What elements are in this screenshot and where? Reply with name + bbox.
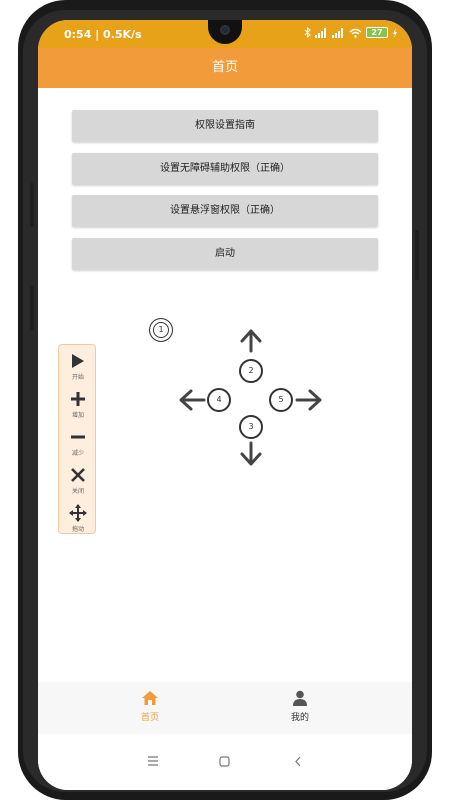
bottom-nav: 首页 我的 xyxy=(38,682,412,734)
arrow-left-icon xyxy=(179,389,206,411)
system-nav-bar xyxy=(38,734,412,790)
side-button xyxy=(415,230,419,280)
home-button-icon[interactable] xyxy=(219,756,230,767)
nav-home[interactable]: 首页 xyxy=(110,690,190,723)
device-background: 0:54 | 0.5K/s 27 首页 权限设置指南 设置无障碍辅助权限（正确）… xyxy=(0,0,450,800)
arrow-right-icon xyxy=(295,389,322,411)
marker-3[interactable]: 3 xyxy=(239,415,263,439)
nav-home-label: 首页 xyxy=(140,713,159,723)
person-icon xyxy=(293,690,307,706)
arrow-down-icon xyxy=(240,441,262,466)
marker-4[interactable]: 4 xyxy=(207,388,231,412)
nav-profile-label: 我的 xyxy=(290,713,309,723)
marker-2[interactable]: 2 xyxy=(239,359,263,383)
back-icon[interactable] xyxy=(294,756,302,767)
arrow-up-icon xyxy=(240,329,262,353)
nav-profile[interactable]: 我的 xyxy=(260,690,340,723)
home-icon xyxy=(142,691,158,705)
screen: 0:54 | 0.5K/s 27 首页 权限设置指南 设置无障碍辅助权限（正确）… xyxy=(38,20,412,790)
power-button xyxy=(30,286,34,330)
marker-5[interactable]: 5 xyxy=(269,388,293,412)
menu-icon[interactable] xyxy=(147,756,159,766)
volume-button xyxy=(30,183,34,227)
